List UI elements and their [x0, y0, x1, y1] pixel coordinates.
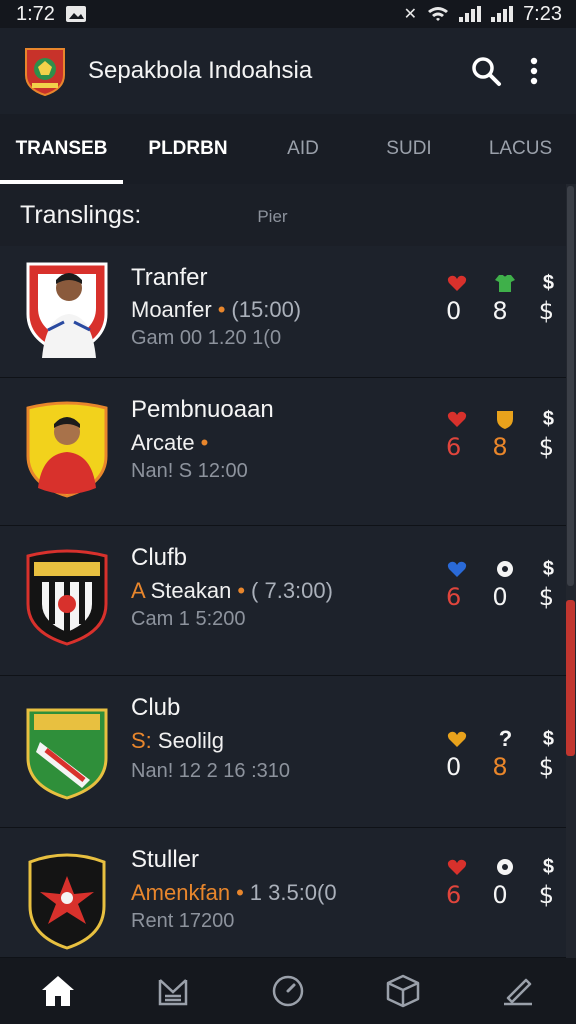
status-bar: 1:72 ✕ 7:23 [0, 0, 576, 28]
item-title: Stuller [131, 846, 200, 873]
player-avatar-icon [26, 401, 108, 498]
stat-value: 6 [446, 583, 462, 611]
item-stats: $ 6 8 $ [446, 406, 554, 462]
heart-icon [447, 411, 467, 427]
section-header: Translings: Pier [0, 184, 566, 246]
clock-icon [272, 975, 304, 1007]
search-button[interactable] [462, 47, 510, 95]
app-logo-icon [25, 48, 65, 97]
currency-icon: $ [542, 407, 554, 430]
heart-icon [447, 731, 467, 747]
section-title: Translings: [20, 200, 142, 229]
stat-value: $ [538, 753, 554, 781]
stat-value: 0 [492, 583, 508, 611]
more-options-button[interactable] [510, 47, 558, 95]
tab-sudi[interactable]: SUDI [353, 114, 465, 184]
stat-value: 6 [446, 433, 462, 461]
shirt-icon [495, 275, 516, 292]
app-title: Sepakbola Indoahsia [88, 57, 313, 84]
item-subtitle: Arcate • [131, 430, 209, 455]
ball-icon [497, 561, 514, 577]
list-item[interactable]: Club S: Seolilg Nan! 12 2 16 :310 ? $ 0 … [0, 676, 566, 828]
player-avatar-icon [26, 262, 108, 358]
currency-icon: $ [542, 557, 554, 580]
nav-schedule[interactable] [260, 963, 316, 1019]
nav-news[interactable] [145, 963, 201, 1019]
list-item[interactable]: Clufb A Steakan •( 7.3:00) Cam 1 5:200 $ … [0, 526, 566, 676]
bottom-nav [0, 958, 576, 1024]
status-time-right: 7:23 [523, 2, 562, 25]
nav-edit[interactable] [490, 963, 546, 1019]
list-item[interactable]: Stuller Amenkfan • 1 3.5:0(0 Rent 17200 $ … [0, 828, 566, 958]
heart-icon [447, 561, 467, 577]
item-stats: $ 0 8 $ [446, 270, 554, 326]
tab-pldrbn[interactable]: PLDRBN [123, 114, 253, 184]
nav-store[interactable] [375, 963, 431, 1019]
signal-icon-2 [491, 6, 514, 22]
stat-value: 8 [492, 297, 508, 325]
tab-aid[interactable]: AID [253, 114, 353, 184]
stat-value: 8 [492, 753, 508, 781]
question-icon: ? [498, 726, 513, 751]
tab-transeb[interactable]: TRANSEB [0, 114, 123, 184]
stat-value: 0 [446, 297, 462, 325]
currency-icon: $ [542, 727, 554, 750]
heart-icon [447, 275, 467, 291]
item-title: Clufb [131, 544, 188, 571]
signal-icon [459, 6, 482, 22]
wifi-icon [428, 7, 449, 21]
currency-icon: $ [542, 855, 554, 878]
shield-icon [497, 411, 514, 429]
stat-value: $ [538, 297, 554, 325]
stat-value: 8 [492, 433, 508, 461]
item-subtitle: A Steakan •( 7.3:00) [131, 578, 333, 603]
item-subtitle: Amenkfan • 1 3.5:0(0 [131, 880, 337, 905]
status-time-left: 1:72 [16, 2, 55, 25]
stat-value: 6 [446, 881, 462, 909]
club-crest-icon [28, 853, 106, 950]
stat-value: 0 [446, 753, 462, 781]
mute-icon: ✕ [403, 6, 418, 23]
heart-icon [447, 859, 467, 875]
stat-value: $ [538, 433, 554, 461]
tab-lacus[interactable]: LACUS [465, 114, 576, 184]
item-title: Tranfer [131, 264, 208, 291]
item-subtitle: S: Seolilg [131, 728, 224, 753]
search-icon [472, 57, 501, 86]
item-meta: Nan! 12 2 16 :310 [131, 760, 291, 782]
item-stats: $ 6 0 $ [446, 854, 554, 910]
scroll-indicator [566, 600, 575, 756]
item-meta: Rent 17200 [131, 910, 235, 932]
box-icon [386, 974, 420, 1008]
stat-value: $ [538, 583, 554, 611]
home-icon [41, 976, 74, 1006]
tab-bar: TRANSEB PLDRBN AID SUDI LACUS [0, 114, 576, 184]
item-stats: $ 6 0 $ [446, 556, 554, 612]
item-subtitle: Moanfer • (15:00) [131, 297, 302, 322]
club-crest-icon [26, 708, 108, 800]
ball-icon [497, 859, 514, 875]
app-bar: Sepakbola Indoahsia [0, 28, 576, 114]
item-title: Pembnuoaan [131, 396, 274, 423]
stat-value: $ [538, 881, 554, 909]
section-subtitle: Pier [257, 207, 288, 226]
club-crest-icon [26, 549, 108, 646]
item-meta: Nan! S 12:00 [131, 460, 248, 482]
news-icon [158, 979, 188, 1006]
edit-icon [504, 978, 533, 1006]
more-vert-icon [530, 57, 538, 85]
item-meta: Cam 1 5:200 [131, 608, 246, 630]
item-meta: Gam 00 1.20 1(0 [131, 327, 282, 349]
list-item[interactable]: Pembnuoaan Arcate • Nan! S 12:00 $ 6 8 $ [0, 378, 566, 526]
list-item[interactable]: Tranfer Moanfer • (15:00) Gam 00 1.20 1(0 … [0, 246, 566, 378]
item-title: Club [131, 694, 181, 721]
transfer-list: Tranfer Moanfer • (15:00) Gam 00 1.20 1(0 … [0, 246, 566, 958]
item-stats: ? $ 0 8 $ [446, 726, 554, 782]
scrollbar-thumb[interactable] [567, 186, 574, 586]
currency-icon: $ [542, 271, 554, 294]
image-notification-icon [65, 6, 86, 22]
nav-home[interactable] [30, 963, 86, 1019]
stat-value: 0 [492, 881, 508, 909]
